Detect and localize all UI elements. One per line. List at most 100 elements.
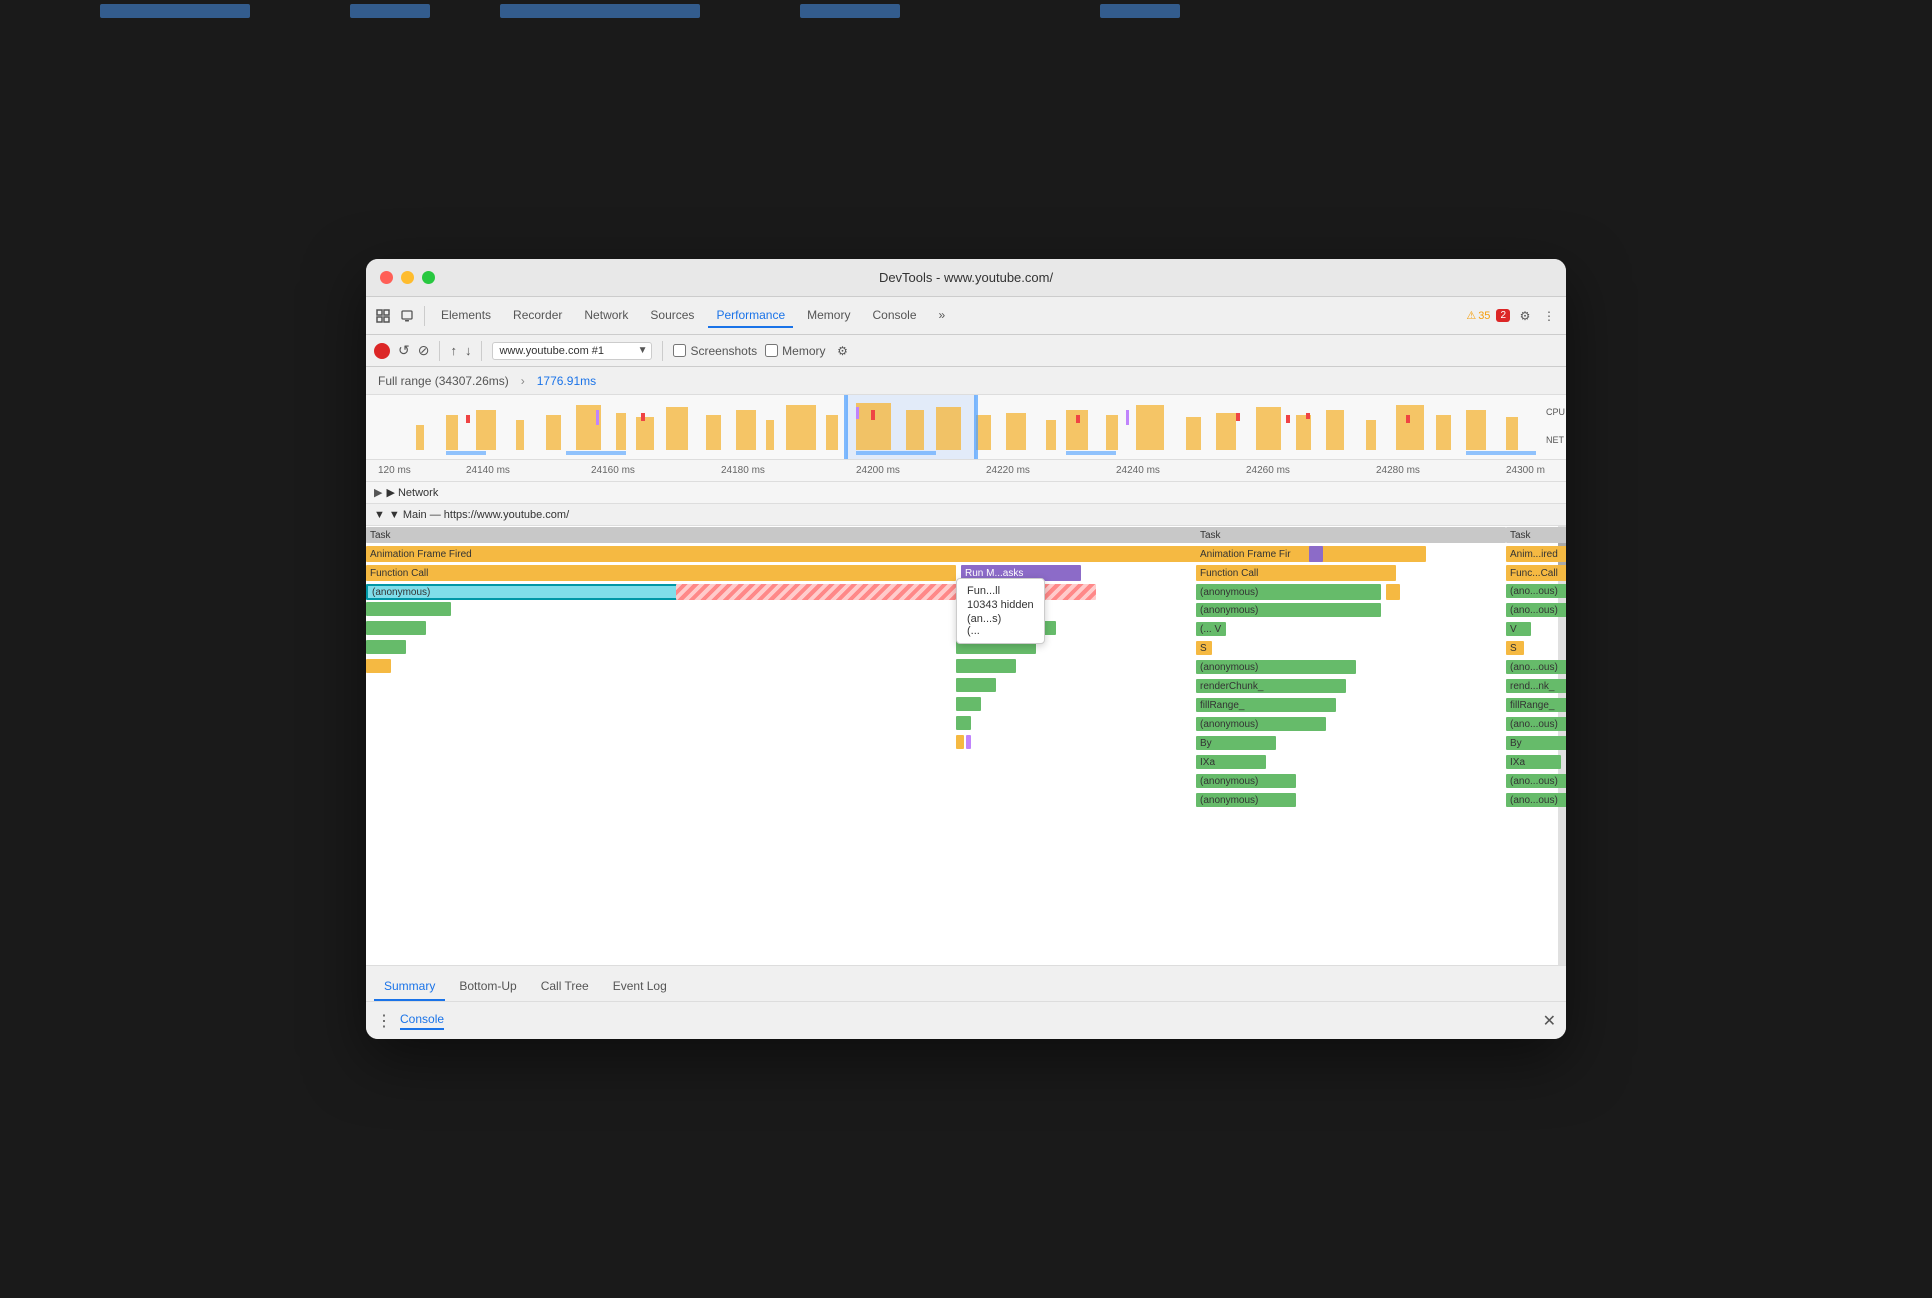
far-anon4-bar[interactable]: (ano...ous) — [1506, 717, 1566, 731]
reload-icon[interactable]: ↺ — [398, 342, 410, 359]
cs-7 — [956, 678, 996, 692]
deep-bar-2[interactable] — [366, 621, 426, 635]
cs-11 — [966, 735, 971, 749]
far-by-bar[interactable]: By — [1506, 736, 1566, 750]
function-call-bar[interactable]: Function Call — [366, 565, 956, 581]
screenshots-checkbox-label[interactable]: Screenshots — [673, 344, 757, 358]
far-function-bar[interactable]: Func...Call — [1506, 565, 1566, 581]
far-render-bar[interactable]: rend...nk_ — [1506, 679, 1566, 693]
main-thread-label: ▼ Main — https://www.youtube.com/ — [389, 509, 569, 521]
network-expand-icon[interactable]: ▶ — [374, 486, 382, 499]
right-anon6-bar[interactable]: (anonymous) — [1196, 793, 1296, 807]
device-icon[interactable] — [398, 307, 416, 325]
console-label[interactable]: Console — [400, 1012, 444, 1030]
clear-icon[interactable]: ⊘ — [418, 342, 430, 359]
right-function-bar[interactable]: Function Call — [1196, 565, 1396, 581]
warning-count: 35 — [1478, 310, 1490, 322]
overview-chart[interactable]: CPU NET — [366, 395, 1566, 460]
cs-9 — [956, 716, 971, 730]
maximize-button[interactable] — [422, 271, 435, 284]
console-close-button[interactable]: ✕ — [1543, 1011, 1556, 1031]
right-anon3-bar[interactable]: (anonymous) — [1196, 660, 1356, 674]
tab-console[interactable]: Console — [864, 304, 924, 328]
sep3 — [481, 341, 482, 361]
full-range-label: Full range (34307.26ms) — [378, 374, 509, 388]
select-arrow-icon: ▼ — [638, 345, 648, 356]
cs-10 — [956, 735, 964, 749]
traffic-lights — [380, 271, 435, 284]
screenshots-checkbox[interactable] — [673, 344, 686, 357]
right-anon4-bar[interactable]: (anonymous) — [1196, 717, 1326, 731]
more-icon[interactable]: ⋮ — [1540, 307, 1558, 325]
ruler-tick-9: 24300 m — [1506, 465, 1545, 476]
range-bar: Full range (34307.26ms) › 1776.91ms — [366, 367, 1566, 395]
error-badge: 2 — [1496, 309, 1510, 322]
tooltip-funll: Fun...ll — [967, 585, 1034, 597]
right-fill-bar[interactable]: fillRange_ — [1196, 698, 1336, 712]
url-select[interactable]: www.youtube.com #1 ▼ — [492, 342, 652, 360]
tab-call-tree[interactable]: Call Tree — [531, 973, 599, 1001]
flame-chart-header[interactable]: ▼ ▼ Main — https://www.youtube.com/ — [366, 504, 1566, 526]
right-ellipsis-bar[interactable]: (... V — [1196, 622, 1226, 636]
close-button[interactable] — [380, 271, 393, 284]
tab-sources[interactable]: Sources — [642, 304, 702, 328]
tab-recorder[interactable]: Recorder — [505, 304, 570, 328]
inspect-icon[interactable] — [374, 307, 392, 325]
tab-summary[interactable]: Summary — [374, 973, 445, 1001]
far-anon1-bar[interactable]: (ano...ous) — [1506, 584, 1566, 598]
ruler-tick-6: 24240 ms — [1116, 465, 1160, 476]
right-by-bar[interactable]: By — [1196, 736, 1276, 750]
animation-bar[interactable]: Animation Frame Fired — [366, 546, 1206, 562]
download-icon[interactable]: ↓ — [465, 343, 472, 358]
right-anon5-bar[interactable]: (anonymous) — [1196, 774, 1296, 788]
deep-bar-4[interactable] — [366, 659, 391, 673]
console-dots-icon[interactable]: ⋮ — [376, 1011, 392, 1031]
separator — [424, 306, 425, 326]
tooltip-hidden: 10343 hidden — [967, 599, 1034, 611]
right-anon2-bar[interactable]: (anonymous) — [1196, 603, 1381, 617]
console-bar: ⋮ Console ✕ — [366, 1001, 1566, 1039]
tab-bottom-up[interactable]: Bottom-Up — [449, 973, 526, 1001]
network-label: ▶ Network — [386, 486, 438, 499]
right-task-bar[interactable]: Task — [1196, 527, 1506, 543]
right-s-bar2[interactable]: S — [1196, 641, 1212, 655]
main-collapse-icon[interactable]: ▼ — [374, 509, 385, 521]
far-anon6-bar[interactable]: (ano...ous) — [1506, 793, 1566, 807]
bottom-tabs: Summary Bottom-Up Call Tree Event Log — [366, 965, 1566, 1001]
right-ixa-bar[interactable]: IXa — [1196, 755, 1266, 769]
extra-settings-icon[interactable]: ⚙ — [834, 342, 852, 360]
far-task-bar[interactable]: Task — [1506, 527, 1566, 543]
tab-elements[interactable]: Elements — [433, 304, 499, 328]
far-s-bar[interactable]: S — [1506, 641, 1524, 655]
tab-performance[interactable]: Performance — [708, 304, 793, 328]
far-ixa-bar[interactable]: IXa — [1506, 755, 1561, 769]
right-anon1-bar[interactable]: (anonymous) — [1196, 584, 1381, 600]
overview-svg: CPU NET — [366, 395, 1566, 459]
right-run-accent — [1309, 546, 1323, 562]
right-render-bar[interactable]: renderChunk_ — [1196, 679, 1346, 693]
task-bar-left[interactable]: Task — [366, 527, 1206, 543]
tab-memory[interactable]: Memory — [799, 304, 858, 328]
far-anon5-bar[interactable]: (ano...ous) — [1506, 774, 1566, 788]
tab-more[interactable]: » — [931, 304, 954, 328]
deep-bar-3[interactable] — [366, 640, 406, 654]
far-v-bar[interactable]: V — [1506, 622, 1531, 636]
sep4 — [662, 341, 663, 361]
settings-icon[interactable]: ⚙ — [1516, 307, 1534, 325]
cs-6 — [956, 659, 1016, 673]
far-animation-bar[interactable]: Anim...ired — [1506, 546, 1566, 562]
deep-bar-1[interactable] — [366, 602, 451, 616]
right-s-accent — [1291, 546, 1305, 562]
memory-checkbox-label[interactable]: Memory — [765, 344, 825, 358]
minimize-button[interactable] — [401, 271, 414, 284]
ruler-tick-2: 24160 ms — [591, 465, 635, 476]
tab-network[interactable]: Network — [576, 304, 636, 328]
memory-checkbox[interactable] — [765, 344, 778, 357]
far-fill-bar[interactable]: fillRange_ — [1506, 698, 1566, 712]
record-button[interactable] — [374, 343, 390, 359]
ruler-tick-5: 24220 ms — [986, 465, 1030, 476]
far-anon3-bar[interactable]: (ano...ous) — [1506, 660, 1566, 674]
upload-icon[interactable]: ↑ — [450, 343, 457, 358]
tab-event-log[interactable]: Event Log — [603, 973, 677, 1001]
far-anon2-bar[interactable]: (ano...ous) — [1506, 603, 1566, 617]
